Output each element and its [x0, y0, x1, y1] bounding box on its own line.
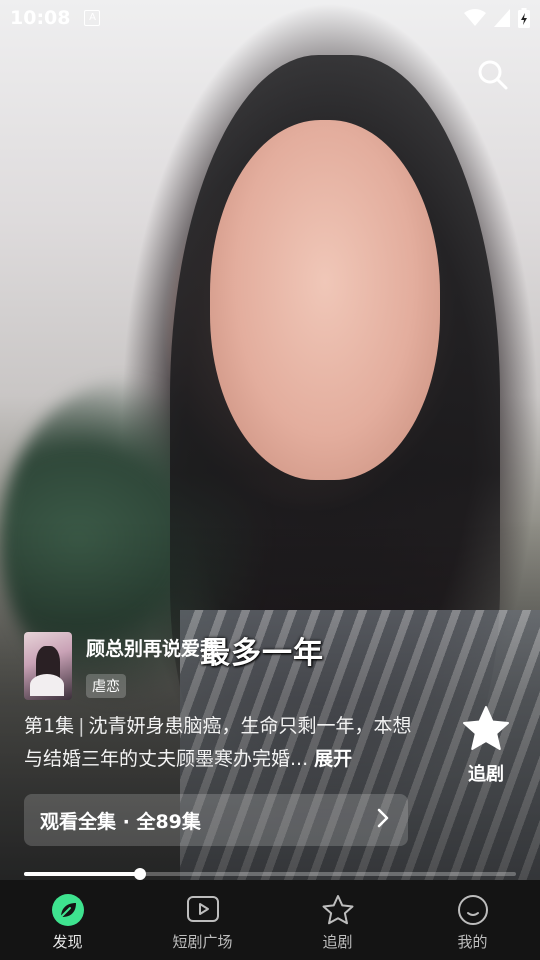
drama-title[interactable]: 顾总别再说爱我 — [86, 634, 219, 661]
bottom-tab-bar: 发现 短剧广场 追剧 我的 — [0, 880, 540, 960]
battery-charging-icon — [518, 8, 530, 28]
tab-following[interactable]: 追剧 — [270, 880, 405, 960]
poster-dress — [30, 674, 64, 696]
face-shape — [210, 120, 440, 480]
episode-description[interactable]: 第1集 | 沈青妍身患脑癌，生命只剩一年，本想与结婚三年的丈夫顾墨寒办完婚... 展… — [24, 710, 424, 776]
status-time: 10:08 — [10, 7, 71, 29]
play-square-icon — [185, 892, 221, 928]
progress-knob[interactable] — [133, 868, 146, 880]
smile-circle-icon — [455, 892, 491, 928]
tab-label: 追剧 — [322, 933, 353, 951]
video-progress-bar[interactable] — [24, 868, 516, 880]
wifi-icon — [464, 9, 486, 27]
episode-number: 第1集 — [24, 715, 75, 737]
watch-all-label: 观看全集 · 全89集 — [40, 810, 201, 833]
follow-label: 追剧 — [468, 764, 504, 785]
tab-label: 短剧广场 — [172, 933, 233, 951]
progress-fill — [24, 872, 140, 876]
leaf-icon — [50, 892, 86, 928]
drama-poster[interactable] — [24, 632, 72, 700]
tab-discover[interactable]: 发现 — [0, 880, 135, 960]
status-bar: 10:08 A — [0, 0, 540, 36]
star-icon — [461, 706, 511, 758]
episode-separator: | — [78, 715, 85, 737]
follow-button[interactable]: 追剧 — [458, 704, 514, 786]
genre-tag[interactable]: 虐恋 — [86, 674, 126, 698]
notification-icon: A — [84, 10, 101, 26]
signal-icon — [494, 9, 510, 27]
search-button[interactable] — [476, 58, 510, 92]
watch-all-button[interactable]: 观看全集 · 全89集 — [24, 794, 408, 846]
tab-short-drama-plaza[interactable]: 短剧广场 — [135, 880, 270, 960]
tab-mine[interactable]: 我的 — [405, 880, 540, 960]
star-outline-icon — [320, 892, 356, 928]
chevron-right-icon — [374, 808, 392, 832]
search-icon — [476, 60, 510, 96]
tab-label: 我的 — [457, 933, 488, 951]
expand-link[interactable]: 展开 — [314, 748, 352, 770]
tab-label: 发现 — [52, 933, 83, 951]
